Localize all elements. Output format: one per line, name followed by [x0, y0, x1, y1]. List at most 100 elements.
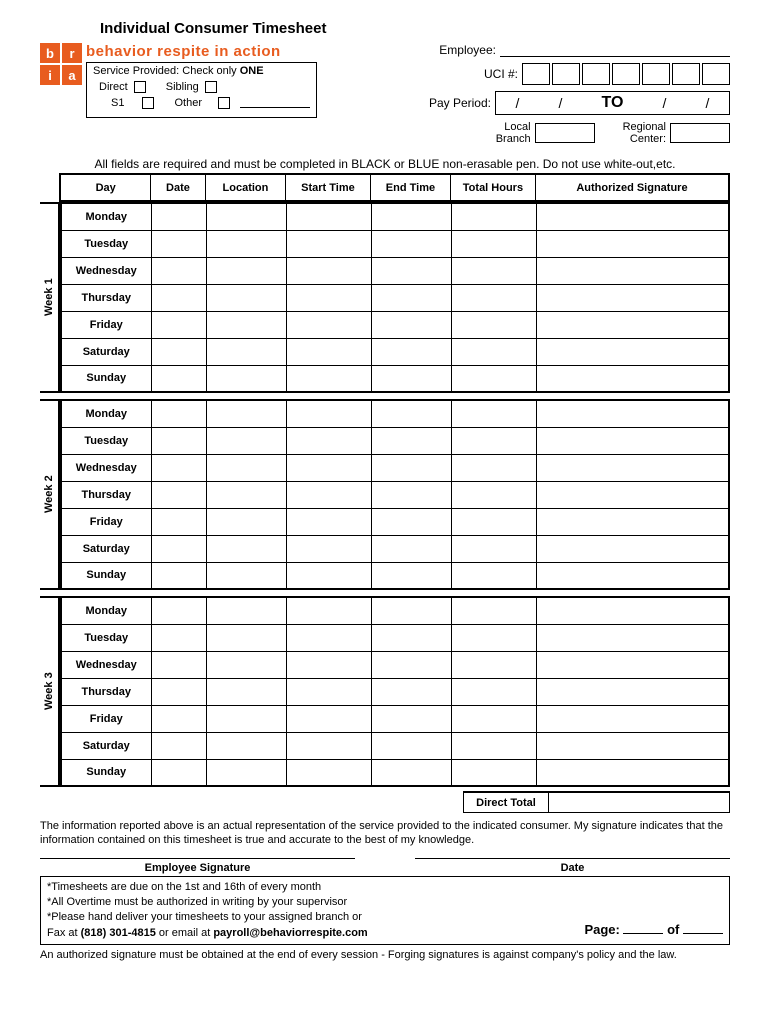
- date-cell[interactable]: [151, 454, 206, 481]
- hours-cell[interactable]: [451, 508, 536, 535]
- hours-cell[interactable]: [451, 454, 536, 481]
- location-cell[interactable]: [206, 338, 286, 365]
- end-cell[interactable]: [371, 284, 451, 311]
- date-cell[interactable]: [151, 624, 206, 651]
- end-cell[interactable]: [371, 454, 451, 481]
- end-cell[interactable]: [371, 535, 451, 562]
- input-local-branch[interactable]: [535, 123, 595, 143]
- sig-cell[interactable]: [536, 508, 729, 535]
- hours-cell[interactable]: [451, 535, 536, 562]
- hours-cell[interactable]: [451, 705, 536, 732]
- date-cell[interactable]: [151, 678, 206, 705]
- hours-cell[interactable]: [451, 257, 536, 284]
- hours-cell[interactable]: [451, 365, 536, 392]
- date-cell[interactable]: [151, 311, 206, 338]
- sig-cell[interactable]: [536, 311, 729, 338]
- location-cell[interactable]: [206, 508, 286, 535]
- start-cell[interactable]: [286, 230, 371, 257]
- date-cell[interactable]: [151, 284, 206, 311]
- sig-cell[interactable]: [536, 732, 729, 759]
- sig-cell[interactable]: [536, 338, 729, 365]
- location-cell[interactable]: [206, 705, 286, 732]
- location-cell[interactable]: [206, 400, 286, 427]
- date-cell[interactable]: [151, 257, 206, 284]
- sig-cell[interactable]: [536, 678, 729, 705]
- checkbox-other[interactable]: [218, 97, 230, 109]
- input-regional-center[interactable]: [670, 123, 730, 143]
- employee-signature-line[interactable]: [40, 858, 355, 860]
- date-cell[interactable]: [151, 400, 206, 427]
- hours-cell[interactable]: [451, 678, 536, 705]
- date-cell[interactable]: [151, 203, 206, 230]
- end-cell[interactable]: [371, 230, 451, 257]
- sig-cell[interactable]: [536, 651, 729, 678]
- date-cell[interactable]: [151, 759, 206, 786]
- date-cell[interactable]: [151, 427, 206, 454]
- location-cell[interactable]: [206, 427, 286, 454]
- end-cell[interactable]: [371, 427, 451, 454]
- checkbox-direct[interactable]: [134, 81, 146, 93]
- checkbox-sibling[interactable]: [205, 81, 217, 93]
- end-cell[interactable]: [371, 678, 451, 705]
- date-cell[interactable]: [151, 508, 206, 535]
- date-cell[interactable]: [151, 597, 206, 624]
- end-cell[interactable]: [371, 705, 451, 732]
- sig-cell[interactable]: [536, 427, 729, 454]
- sig-cell[interactable]: [536, 203, 729, 230]
- location-cell[interactable]: [206, 759, 286, 786]
- start-cell[interactable]: [286, 597, 371, 624]
- start-cell[interactable]: [286, 338, 371, 365]
- hours-cell[interactable]: [451, 311, 536, 338]
- start-cell[interactable]: [286, 535, 371, 562]
- sig-cell[interactable]: [536, 759, 729, 786]
- hours-cell[interactable]: [451, 230, 536, 257]
- sig-cell[interactable]: [536, 481, 729, 508]
- location-cell[interactable]: [206, 454, 286, 481]
- hours-cell[interactable]: [451, 400, 536, 427]
- location-cell[interactable]: [206, 562, 286, 589]
- sig-cell[interactable]: [536, 535, 729, 562]
- date-cell[interactable]: [151, 732, 206, 759]
- hours-cell[interactable]: [451, 338, 536, 365]
- end-cell[interactable]: [371, 651, 451, 678]
- hours-cell[interactable]: [451, 651, 536, 678]
- date-cell[interactable]: [151, 562, 206, 589]
- end-cell[interactable]: [371, 732, 451, 759]
- uci-boxes[interactable]: [522, 63, 730, 85]
- end-cell[interactable]: [371, 562, 451, 589]
- start-cell[interactable]: [286, 651, 371, 678]
- end-cell[interactable]: [371, 257, 451, 284]
- location-cell[interactable]: [206, 284, 286, 311]
- other-blank[interactable]: [240, 98, 310, 108]
- end-cell[interactable]: [371, 365, 451, 392]
- hours-cell[interactable]: [451, 597, 536, 624]
- date-cell[interactable]: [151, 481, 206, 508]
- location-cell[interactable]: [206, 481, 286, 508]
- start-cell[interactable]: [286, 203, 371, 230]
- date-cell[interactable]: [151, 230, 206, 257]
- sig-cell[interactable]: [536, 562, 729, 589]
- end-cell[interactable]: [371, 597, 451, 624]
- start-cell[interactable]: [286, 311, 371, 338]
- sig-cell[interactable]: [536, 624, 729, 651]
- date-cell[interactable]: [151, 535, 206, 562]
- page-total[interactable]: [683, 922, 723, 934]
- location-cell[interactable]: [206, 365, 286, 392]
- direct-total-value[interactable]: [549, 793, 729, 812]
- hours-cell[interactable]: [451, 284, 536, 311]
- sig-cell[interactable]: [536, 284, 729, 311]
- checkbox-s1[interactable]: [142, 97, 154, 109]
- sig-cell[interactable]: [536, 400, 729, 427]
- start-cell[interactable]: [286, 257, 371, 284]
- start-cell[interactable]: [286, 427, 371, 454]
- sig-cell[interactable]: [536, 454, 729, 481]
- hours-cell[interactable]: [451, 562, 536, 589]
- sig-cell[interactable]: [536, 597, 729, 624]
- start-cell[interactable]: [286, 732, 371, 759]
- end-cell[interactable]: [371, 400, 451, 427]
- start-cell[interactable]: [286, 759, 371, 786]
- sig-cell[interactable]: [536, 365, 729, 392]
- end-cell[interactable]: [371, 624, 451, 651]
- start-cell[interactable]: [286, 562, 371, 589]
- start-cell[interactable]: [286, 400, 371, 427]
